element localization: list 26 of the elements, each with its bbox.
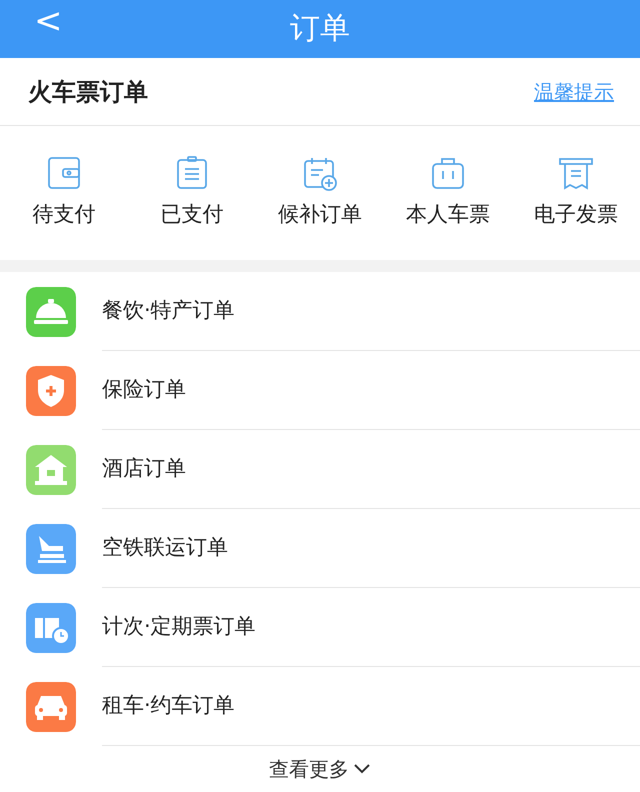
- order-item[interactable]: 餐饮·特产订单: [102, 295, 235, 327]
- receipt-icon[interactable]: [558, 155, 594, 192]
- order-item[interactable]: 计次·定期票订单: [102, 611, 256, 643]
- view-more-button[interactable]: 查看更多: [269, 754, 371, 784]
- wallet-icon[interactable]: [46, 155, 82, 192]
- order-item[interactable]: 租车·约车订单: [102, 690, 235, 722]
- shortcut-label[interactable]: 候补订单: [278, 199, 362, 231]
- car-icon[interactable]: [26, 682, 76, 732]
- shortcut-label[interactable]: 已支付: [160, 199, 224, 231]
- house-icon[interactable]: [26, 444, 76, 494]
- bell-icon[interactable]: [26, 286, 76, 336]
- clipboard-icon[interactable]: [174, 155, 210, 192]
- plane-icon[interactable]: [26, 524, 76, 574]
- suitcase-icon[interactable]: [430, 155, 466, 192]
- shield-icon[interactable]: [26, 366, 76, 416]
- shortcut-label[interactable]: 本人车票: [406, 199, 490, 231]
- page-title: 订单: [290, 14, 350, 44]
- shortcut-label[interactable]: 电子发票: [534, 199, 618, 231]
- order-item[interactable]: 空铁联运订单: [102, 532, 228, 564]
- order-item[interactable]: 酒店订单: [102, 453, 186, 485]
- chevron-down-icon: [353, 763, 371, 775]
- shortcut-label[interactable]: 待支付: [32, 199, 96, 231]
- order-item[interactable]: 保险订单: [102, 374, 186, 406]
- calendar-icon[interactable]: [302, 155, 338, 192]
- ticket-icon[interactable]: [26, 602, 76, 652]
- section-title: 火车票订单: [28, 76, 148, 108]
